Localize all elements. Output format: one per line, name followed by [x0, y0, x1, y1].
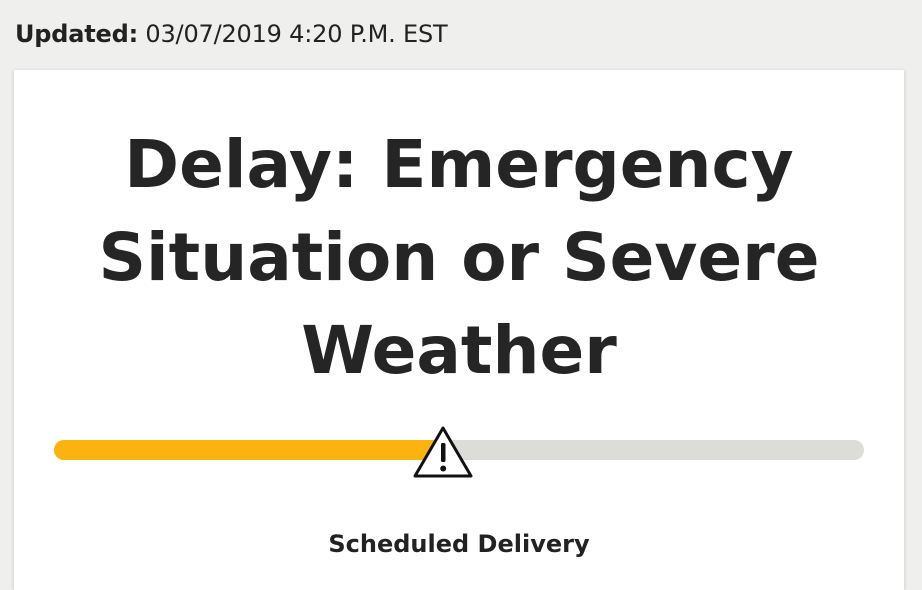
updated-line: Updated: 03/07/2019 4:20 P.M. EST	[15, 18, 448, 50]
progress-fill	[54, 440, 443, 460]
scheduled-delivery-heading: Scheduled Delivery	[328, 530, 590, 558]
updated-timestamp: 03/07/2019 4:20 P.M. EST	[145, 20, 448, 48]
status-card: Delay: Emergency Situation or Severe Wea…	[14, 70, 904, 590]
warning-icon	[412, 425, 474, 479]
status-title: Delay: Emergency Situation or Severe Wea…	[98, 126, 820, 389]
updated-label: Updated:	[15, 20, 138, 48]
